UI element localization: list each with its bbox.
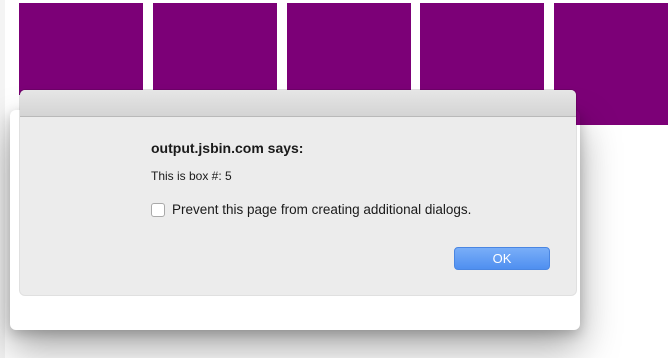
prevent-dialogs-option[interactable]: Prevent this page from creating addition… <box>151 202 471 217</box>
dialog-title-bar[interactable] <box>20 90 576 117</box>
prevent-dialogs-label[interactable]: Prevent this page from creating addition… <box>172 202 471 217</box>
purple-box-3[interactable] <box>287 3 411 95</box>
dialog-title: output.jsbin.com says: <box>151 140 304 156</box>
dialog-message: This is box #: 5 <box>151 169 232 183</box>
alert-dialog: output.jsbin.com says: This is box #: 5 … <box>20 90 576 295</box>
purple-box-1[interactable] <box>19 3 143 95</box>
ok-button[interactable]: OK <box>454 247 550 270</box>
purple-box-4[interactable] <box>420 3 544 95</box>
purple-box-2[interactable] <box>153 3 277 95</box>
prevent-dialogs-checkbox[interactable] <box>151 202 165 217</box>
page-edge <box>0 0 5 358</box>
